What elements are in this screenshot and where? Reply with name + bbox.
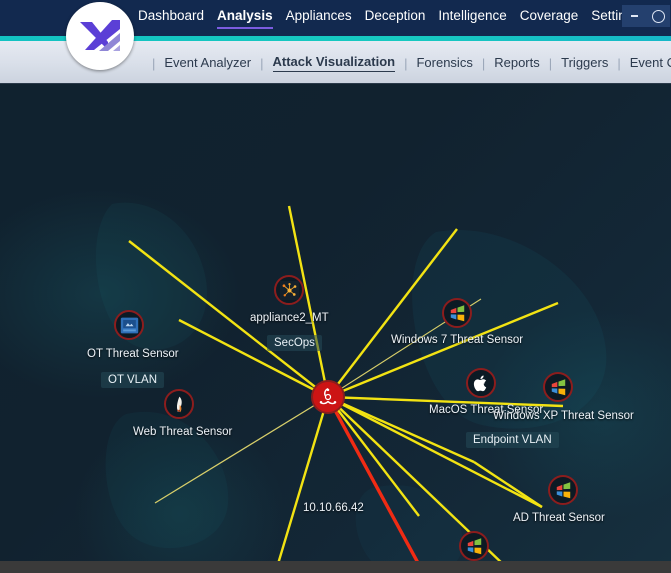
- vendor-logo[interactable]: [66, 2, 134, 70]
- subnav-separator: |: [548, 55, 553, 71]
- minimize-icon: [630, 15, 638, 17]
- subnav-separator: |: [260, 55, 264, 71]
- subnav-separator: |: [404, 55, 408, 71]
- tab-event-analyzer[interactable]: Event Analyzer: [164, 55, 251, 72]
- windows-icon: [467, 537, 481, 554]
- attack-visualization-window: Dashboard Analysis Appliances Deception …: [0, 0, 671, 573]
- biohazard-icon: [319, 388, 337, 405]
- nav-item-coverage[interactable]: Coverage: [520, 7, 579, 27]
- apple-icon: [473, 375, 487, 392]
- subnav-separator: |: [617, 55, 621, 71]
- windows-icon: [551, 378, 565, 395]
- molecule-icon: [279, 280, 299, 300]
- nav-item-dashboard[interactable]: Dashboard: [138, 7, 204, 27]
- maximize-icon: [651, 9, 665, 23]
- node-appliance2-mt[interactable]: [274, 275, 304, 305]
- node-file-server[interactable]: [459, 531, 489, 561]
- apache-icon: [176, 396, 182, 412]
- node-ad-threat-sensor[interactable]: [548, 475, 578, 505]
- vlan-label-endpoint: Endpoint VLAN: [466, 432, 559, 448]
- nav-item-appliances[interactable]: Appliances: [286, 7, 352, 27]
- node-macos-threat-sensor[interactable]: [466, 368, 496, 398]
- attack-graph-canvas[interactable]: 10.10.66.42 OT Threat Sensor appliance2_…: [0, 84, 671, 573]
- node-web-threat-sensor[interactable]: [164, 389, 194, 419]
- tab-event-correlation[interactable]: Event Correlation: [630, 55, 671, 72]
- tab-reports[interactable]: Reports: [494, 55, 540, 72]
- windows-icon: [556, 481, 570, 498]
- nav-item-analysis[interactable]: Analysis: [217, 7, 273, 29]
- logo-chevron-icon: [80, 20, 120, 51]
- windows-legacy-icon: [120, 317, 138, 333]
- subnav-separator: |: [152, 55, 156, 71]
- vlan-label-secops: SecOps: [267, 335, 322, 351]
- node-central-10-10-66-42[interactable]: [311, 380, 345, 414]
- maximize-button[interactable]: [646, 5, 670, 27]
- nav-item-intelligence[interactable]: Intelligence: [438, 7, 506, 27]
- tab-forensics[interactable]: Forensics: [416, 55, 472, 72]
- window-controls: [622, 4, 671, 28]
- tab-triggers[interactable]: Triggers: [561, 55, 608, 72]
- window-bottom-bar: [0, 561, 671, 573]
- sub-navigation: | Event Analyzer | Attack Visualization …: [143, 54, 671, 72]
- nav-item-deception[interactable]: Deception: [365, 7, 426, 27]
- node-windows7-threat-sensor[interactable]: [442, 298, 472, 328]
- vlan-label-ot: OT VLAN: [101, 372, 164, 388]
- windows-icon: [450, 304, 464, 321]
- tab-attack-visualization[interactable]: Attack Visualization: [272, 54, 396, 72]
- node-ot-threat-sensor[interactable]: [114, 310, 144, 340]
- subnav-separator: |: [481, 55, 486, 71]
- minimize-button[interactable]: [622, 5, 646, 27]
- main-navigation: Dashboard Analysis Appliances Deception …: [138, 7, 640, 29]
- node-windowsxp-threat-sensor[interactable]: [543, 372, 573, 402]
